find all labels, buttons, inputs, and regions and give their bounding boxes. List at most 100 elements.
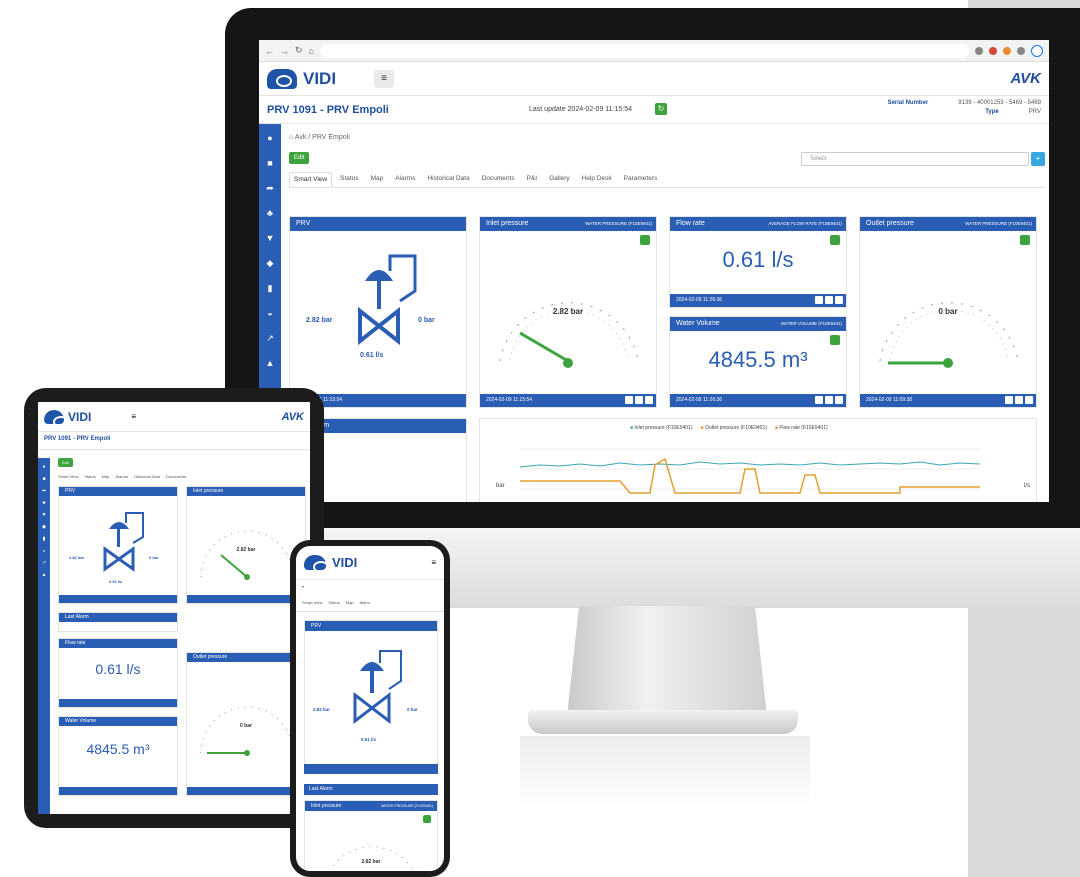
inlet-value: 2.82 bar [552,307,584,316]
extension-icon[interactable] [1003,46,1011,55]
export-icon[interactable] [640,235,650,245]
alert-icon[interactable] [1005,396,1013,404]
network-icon[interactable]: ♣ [267,207,273,219]
alert-icon[interactable] [815,396,823,404]
volume-value: 4845.5 m³ [708,347,808,372]
add-button[interactable]: + [1031,152,1045,166]
device-icon[interactable]: ■ [42,476,45,482]
tag-icon[interactable]: ◆ [42,524,46,530]
chart-icon[interactable]: ↗ [42,560,46,566]
tag-icon[interactable]: ◆ [267,257,274,269]
phone-inlet-card: Inlet pressure WATER PRESSURE (F10E9401)… [304,800,438,871]
tab-alarms[interactable]: Alarms [391,172,419,187]
card-footer: 2024-02-09 11:26:36 [670,294,846,307]
tablet-logo-text: VIDI [68,409,92,424]
hamburger-icon[interactable]: ≡ [374,69,395,88]
back-icon[interactable]: ← [265,46,274,56]
document-icon[interactable]: ▮ [43,536,46,542]
tab-status[interactable]: Status [84,474,95,479]
device-info: Serial Number 9139 - 40001253 - 5469 - 54… [888,99,1041,117]
tab-map[interactable]: Map [346,600,354,605]
alert-icon[interactable]: ▲ [42,572,47,578]
tab-status[interactable]: Status [328,600,339,605]
breadcrumb-path[interactable]: Avk / PRV Empoli [295,134,350,141]
extension-icon[interactable] [975,46,983,55]
network-icon[interactable]: ♣ [42,500,45,506]
user-icon[interactable]: ● [267,132,272,144]
extension-icon[interactable] [1017,46,1025,55]
tab-pi[interactable]: P&I [523,172,541,187]
hamburger-icon[interactable]: ≡ [431,558,436,567]
edit-icon[interactable] [825,396,833,404]
tablet-edit-button[interactable]: Edit [58,458,73,467]
tab-help-desk[interactable]: Help Desk [578,172,616,187]
tablet-sidebar: ● ■ ➦ ♣ ▼ ◆ ▮ ◒ ↗ ▲ [38,458,50,814]
footer-timestamp: 2024-02-09 11:26:36 [676,397,723,403]
export-icon[interactable] [830,335,840,345]
hamburger-icon[interactable]: ≡ [131,412,136,421]
tab-smart-view[interactable]: Smart View [302,600,322,605]
export-icon[interactable] [830,235,840,245]
wifi-icon[interactable]: ▼ [42,512,47,518]
refresh-button[interactable]: ↻ [655,103,667,115]
chart-icon[interactable]: ↗ [266,332,274,344]
info-icon[interactable] [835,396,843,404]
extension-icon[interactable] [989,46,997,55]
card-title: Water Volume WATER VOLUME (F10E9401) [670,317,846,331]
tab-smart-view[interactable]: Smart View [58,474,78,479]
tab-historical-data[interactable]: Historical Data [134,474,160,479]
export-icon[interactable] [1020,235,1030,245]
select-dropdown[interactable]: Select [801,152,1029,166]
tab-smart-view[interactable]: Smart View [289,172,333,187]
card-title: Flow rate [59,639,177,648]
alert-icon[interactable] [625,396,633,404]
browser-toolbar: ← → ↻ ⌂ [259,40,1049,62]
card-title-text: Inlet pressure [486,220,529,227]
user-icon[interactable]: ● [42,464,45,470]
tab-documents[interactable]: Documents [166,474,186,479]
alert-icon[interactable]: ▲ [266,357,275,369]
main-content: ⌂ Avk / PRV Empoli Edit Select + Smart V… [289,130,1045,502]
document-icon[interactable]: ▮ [268,282,273,294]
tab-alarms[interactable]: Alarms [116,474,128,479]
info-icon[interactable] [1025,396,1033,404]
tab-map[interactable]: Map [102,474,110,479]
edit-icon[interactable] [1015,396,1023,404]
edit-button[interactable]: Edit [289,152,310,164]
share-icon[interactable]: ➦ [42,488,46,494]
info-icon[interactable] [835,296,843,304]
tab-map[interactable]: Map [367,172,388,187]
reload-icon[interactable]: ↻ [295,45,303,56]
tab-alarms[interactable]: Alarm [360,600,370,605]
tab-status[interactable]: Status [336,172,362,187]
forward-icon[interactable]: → [280,46,289,56]
tab-historical-data[interactable]: Historical Data [423,172,473,187]
card-footer [59,787,177,795]
info-icon[interactable] [645,396,653,404]
phone-dropdown[interactable]: ▾ [296,580,444,594]
alert-icon[interactable] [815,296,823,304]
home-icon[interactable]: ⌂ [309,46,314,56]
stand-reflection [520,736,810,806]
edit-icon[interactable] [825,296,833,304]
device-icon[interactable]: ■ [267,157,272,169]
footer-timestamp: 2024-02-09 11:26:36 [676,297,723,303]
volume-value: 4845.5 m³ [86,741,150,757]
tab-gallery[interactable]: Gallery [545,172,574,187]
tab-documents[interactable]: Documents [478,172,519,187]
card-tag: AVERAGE FLOW RATE (F10E9401) [768,221,842,226]
wifi-icon[interactable]: ▼ [266,232,275,244]
prv-outlet-pressure: 0 bar [418,317,435,324]
dashboard-icon[interactable]: ◒ [42,548,45,554]
share-icon[interactable]: ➦ [266,182,274,194]
vidi-logo[interactable]: VIDI [267,68,336,89]
profile-icon[interactable] [1031,44,1043,57]
card-title-text: Inlet pressure [311,803,342,809]
export-icon[interactable] [423,815,431,823]
prv-flow: 0.61 l/s [360,352,384,359]
tab-parameters[interactable]: Parameters [620,172,662,187]
edit-icon[interactable] [635,396,643,404]
dashboard-icon[interactable]: ◒ [267,307,272,319]
address-bar[interactable] [319,43,969,58]
phone-alarm-card: Last Alarm [304,784,438,795]
